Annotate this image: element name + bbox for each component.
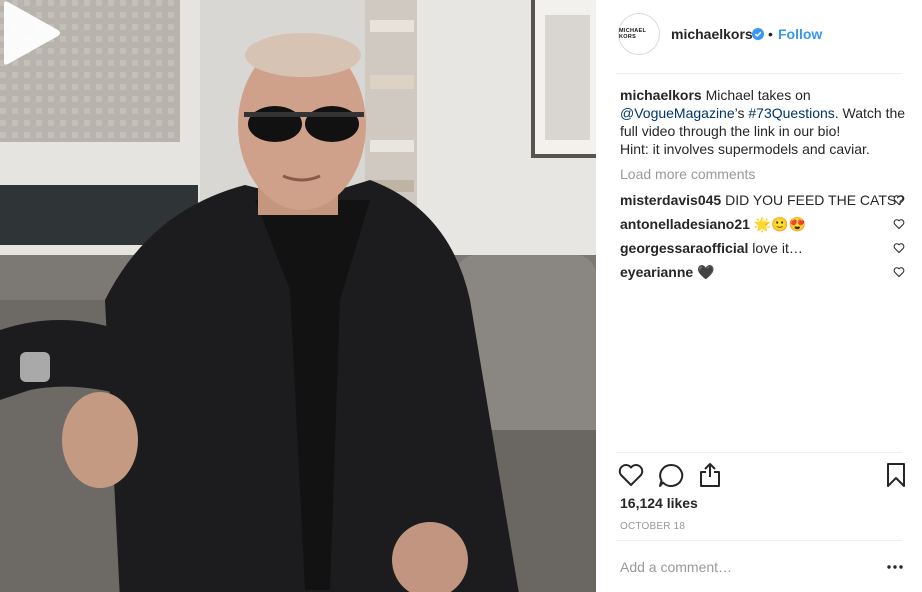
post-video[interactable] xyxy=(0,0,596,592)
divider xyxy=(616,73,902,74)
load-more-comments-button[interactable]: Load more comments xyxy=(620,166,755,182)
comment-item: georgessaraofficial love it… xyxy=(620,240,803,260)
comment-username[interactable]: georgessaraofficial xyxy=(620,240,748,256)
caption-mention-link[interactable]: @VogueMagazine xyxy=(620,105,735,121)
comment-username[interactable]: eyearianne xyxy=(620,264,693,280)
caption-text: ’s xyxy=(734,105,749,121)
header-separator: • xyxy=(768,26,773,42)
comment-text: love it… xyxy=(752,240,803,256)
caption-hashtag-link[interactable]: #73Questions xyxy=(748,105,834,121)
follow-button[interactable]: Follow xyxy=(778,26,822,42)
comment-like-heart-icon[interactable] xyxy=(893,218,905,230)
post-header: MICHAEL KORS michaelkors • Follow xyxy=(596,0,922,72)
more-options-icon[interactable] xyxy=(886,560,904,574)
comment-like-heart-icon[interactable] xyxy=(893,266,905,278)
comment-item: eyearianne 🖤 xyxy=(620,264,715,284)
comment-icon[interactable] xyxy=(658,463,684,488)
caption-username[interactable]: michaelkors xyxy=(620,87,702,103)
add-comment-input[interactable]: Add a comment… xyxy=(620,559,732,575)
instagram-post: MICHAEL KORS michaelkors • Follow michae… xyxy=(0,0,922,592)
avatar-logo-text: MICHAEL KORS xyxy=(619,28,647,40)
comment-like-heart-icon[interactable] xyxy=(893,194,905,206)
avatar[interactable]: MICHAEL KORS xyxy=(618,13,660,55)
comment-like-heart-icon[interactable] xyxy=(893,242,905,254)
comment-item: antonelladesiano21 🌟🙂😍 xyxy=(620,216,806,236)
comment-text: 🌟🙂😍 xyxy=(753,216,807,232)
divider xyxy=(616,540,902,541)
caption-text: Michael takes on xyxy=(701,87,811,103)
comment-item: misterdavis045 DID YOU FEED THE CATS? xyxy=(620,192,904,212)
comment-username[interactable]: antonelladesiano21 xyxy=(620,216,750,232)
comment-username[interactable]: misterdavis045 xyxy=(620,192,721,208)
bookmark-icon[interactable] xyxy=(886,462,906,488)
likes-count[interactable]: 16,124 likes xyxy=(620,495,698,511)
post-date: OCTOBER 18 xyxy=(620,521,686,532)
video-frame xyxy=(0,0,596,592)
verified-badge-icon xyxy=(752,28,764,40)
post-side-panel: MICHAEL KORS michaelkors • Follow michae… xyxy=(596,0,922,592)
play-icon[interactable] xyxy=(0,0,62,66)
header-username[interactable]: michaelkors xyxy=(671,26,753,42)
post-caption: michaelkors Michael takes on @VogueMagaz… xyxy=(620,86,910,158)
heart-icon[interactable] xyxy=(618,463,644,487)
divider xyxy=(616,452,902,453)
caption-text: Hint: it involves supermodels and caviar… xyxy=(620,141,870,157)
comment-text: 🖤 xyxy=(697,264,715,280)
comment-text: DID YOU FEED THE CATS? xyxy=(725,192,905,208)
share-icon[interactable] xyxy=(698,462,722,488)
